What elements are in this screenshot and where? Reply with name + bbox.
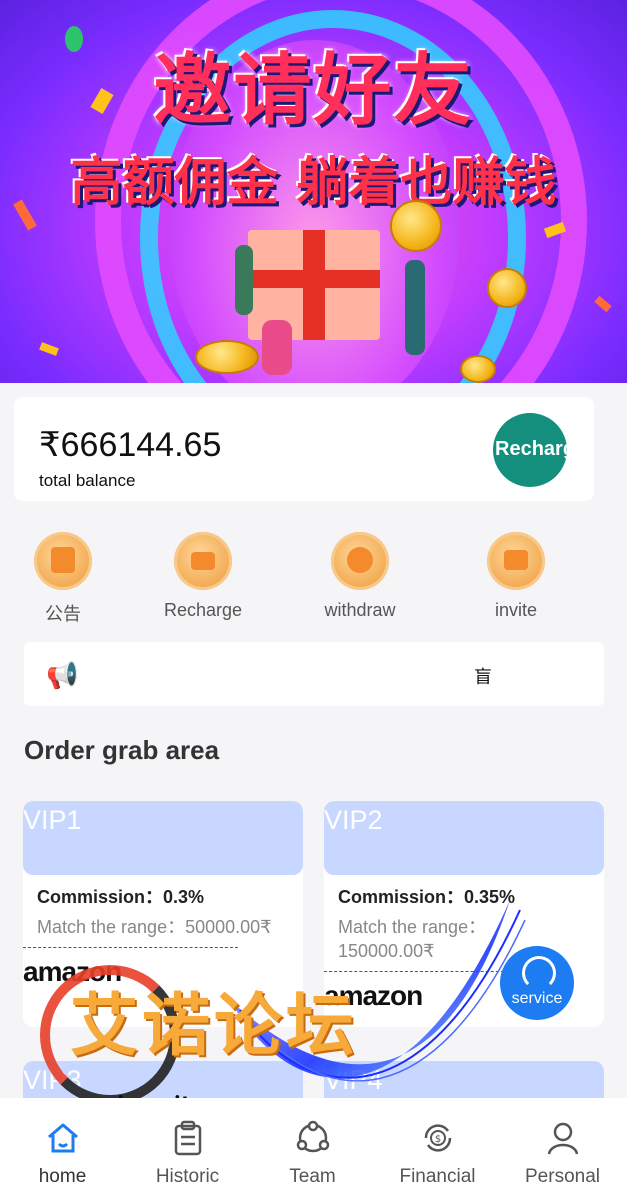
tab-label: home <box>38 1166 87 1187</box>
tab-label: Financial <box>399 1166 476 1187</box>
service-label: service <box>511 990 563 1007</box>
tab-team[interactable]: Team <box>250 1098 375 1194</box>
tab-financial[interactable]: $ Financial <box>375 1098 500 1194</box>
action-invite[interactable]: invite <box>456 532 576 621</box>
bottom-tab-bar: home Historic Team $ Financial Personal <box>0 1098 627 1194</box>
coin-image <box>487 268 527 308</box>
medal-icon <box>331 532 389 590</box>
tab-label: Historic <box>155 1166 220 1187</box>
vip-level: VIP1 <box>23 805 82 835</box>
banner-title: 邀请好友 <box>153 46 474 136</box>
action-recharge[interactable]: Recharge <box>143 532 263 621</box>
person-icon <box>545 1120 581 1156</box>
balance-label: total balance <box>39 471 136 490</box>
vip-header: VIP1 <box>23 801 303 875</box>
team-icon <box>295 1120 331 1156</box>
coin-image <box>195 340 259 374</box>
notice-bar[interactable]: 📢 盲 <box>24 642 604 706</box>
action-label: Recharge <box>163 600 243 620</box>
tab-home[interactable]: home <box>0 1098 125 1194</box>
vip-header: VIP2 <box>324 801 604 875</box>
tab-label: Personal <box>525 1166 600 1187</box>
svg-text:$: $ <box>434 1134 440 1145</box>
banner-confetti <box>39 342 59 356</box>
financial-icon: $ <box>420 1120 456 1156</box>
banner-confetti <box>594 295 612 313</box>
megaphone-icon: 📢 <box>46 660 79 690</box>
wallet-icon <box>174 532 232 590</box>
action-label: invite <box>494 600 538 620</box>
clipboard-icon <box>170 1120 206 1156</box>
coin-image <box>460 355 496 383</box>
coin-image <box>390 200 442 252</box>
person-figure <box>235 245 253 315</box>
tab-personal[interactable]: Personal <box>500 1098 625 1194</box>
action-label: 公告 <box>45 604 81 624</box>
vip-level: VIP2 <box>324 805 383 835</box>
notice-text: 盲 <box>474 667 492 687</box>
recharge-button-label: Recharge <box>495 438 567 460</box>
action-announcement[interactable]: 公告 <box>3 532 123 626</box>
invite-icon <box>487 532 545 590</box>
person-figure <box>262 320 292 375</box>
headset-icon <box>522 956 556 990</box>
action-withdraw[interactable]: withdraw <box>300 532 420 621</box>
banner-subtitle: 高额佣金 躺着也赚钱 <box>70 153 557 213</box>
watermark-text: 艾诺论坛 <box>70 987 359 1066</box>
action-label: withdraw <box>324 600 396 620</box>
recharge-button[interactable]: Recharge <box>493 413 567 487</box>
balance-amount: ₹666144.65 <box>39 426 222 464</box>
balance-card: ₹666144.65 total balance Recharge <box>14 397 594 501</box>
service-button[interactable]: service <box>500 946 574 1020</box>
tab-historic[interactable]: Historic <box>125 1098 250 1194</box>
promo-banner[interactable]: 邀请好友 高额佣金 躺着也赚钱 <box>0 0 627 383</box>
tab-label: Team <box>289 1166 336 1187</box>
section-title: Order grab area <box>24 735 220 765</box>
announcement-icon <box>34 532 92 590</box>
home-icon <box>45 1120 81 1156</box>
person-figure <box>405 260 425 355</box>
